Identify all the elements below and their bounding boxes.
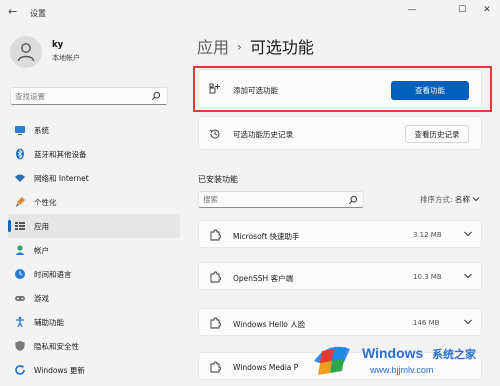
feature-row[interactable]: OpenSSH 客户端 10.3 MB <box>198 262 482 290</box>
window-title: 设置 <box>30 9 46 18</box>
sidebar-item-privacy[interactable]: 隐私和安全性 <box>8 334 180 358</box>
refresh-icon <box>15 365 25 375</box>
watermark-cn: 系统之家 <box>432 348 476 361</box>
sort-value[interactable]: 名称 <box>455 195 470 204</box>
feature-name: OpenSSH 客户端 <box>233 274 294 283</box>
sidebar-item-apps[interactable]: 应用 <box>8 214 180 238</box>
account-type: 本地帐户 <box>52 54 80 62</box>
sidebar-item-label: 应用 <box>34 222 49 231</box>
watermark-brand: Windows <box>362 345 424 361</box>
sidebar-item-label: 游戏 <box>34 294 49 303</box>
sidebar-item-accessibility[interactable]: 辅助功能 <box>8 310 180 334</box>
feature-name: Windows Hello 人脸 <box>233 320 306 329</box>
feature-size: 10.3 MB <box>413 273 442 281</box>
breadcrumb: 应用 › 可选功能 <box>197 34 314 58</box>
sidebar-item-label: 个性化 <box>34 198 57 207</box>
puzzle-icon <box>210 229 221 241</box>
chevron-down-icon[interactable] <box>463 272 473 280</box>
installed-features-title: 已安装功能 <box>198 175 238 184</box>
user-name: ky <box>52 40 64 50</box>
sidebar-item-windows-update[interactable]: Windows 更新 <box>8 358 180 382</box>
breadcrumb-separator-icon: › <box>237 40 242 54</box>
feature-search-box[interactable] <box>198 191 364 208</box>
search-icon[interactable] <box>348 195 358 205</box>
feature-row[interactable]: Microsoft 快速助手 3.12 MB <box>198 220 482 248</box>
accessibility-icon <box>16 316 24 328</box>
settings-search-box[interactable] <box>10 87 168 105</box>
settings-search-input[interactable] <box>15 90 145 102</box>
gamepad-icon <box>15 296 25 301</box>
chevron-down-icon[interactable] <box>463 318 473 326</box>
sidebar-item-personalization[interactable]: 个性化 <box>8 190 180 214</box>
watermark: Windows 系统之家 www.bjjmlv.com <box>308 337 500 386</box>
title-bar: ← 设置 — ☐ ✕ <box>0 0 500 26</box>
puzzle-icon <box>210 361 221 373</box>
close-button[interactable]: ✕ <box>477 3 497 17</box>
sidebar-item-label: 蓝牙和其他设备 <box>34 150 87 159</box>
breadcrumb-parent-link[interactable]: 应用 <box>197 38 229 57</box>
highlight-box <box>193 66 492 112</box>
active-indicator <box>8 220 11 232</box>
brush-icon <box>16 197 25 207</box>
sidebar-item-label: 辅助功能 <box>34 318 64 327</box>
sidebar-item-label: 系统 <box>34 126 49 135</box>
avatar <box>10 36 42 68</box>
feature-history-label: 可选功能历史记录 <box>233 130 293 139</box>
sidebar-item-label: 网络和 Internet <box>34 174 89 183</box>
sidebar-item-label: 隐私和安全性 <box>34 342 79 351</box>
wifi-icon <box>15 174 25 182</box>
feature-size: 146 MB <box>413 319 440 327</box>
windows-logo-icon <box>314 346 350 375</box>
sidebar-item-accounts[interactable]: 帐户 <box>8 238 180 262</box>
feature-row[interactable]: Windows Hello 人脸 146 MB <box>198 308 482 336</box>
apps-icon <box>15 222 25 230</box>
sidebar-item-label: 帐户 <box>34 246 49 255</box>
bluetooth-icon <box>16 148 24 160</box>
monitor-icon <box>15 126 25 135</box>
sidebar-item-label: Windows 更新 <box>34 366 85 375</box>
puzzle-icon <box>210 317 221 329</box>
watermark-url: www.bjjmlv.com <box>370 365 434 375</box>
feature-name: Microsoft 快速助手 <box>233 232 300 241</box>
sidebar-item-gaming[interactable]: 游戏 <box>8 286 180 310</box>
person-icon <box>17 43 35 62</box>
sidebar-item-bluetooth[interactable]: 蓝牙和其他设备 <box>8 142 180 166</box>
history-icon <box>209 129 220 139</box>
sidebar-item-system[interactable]: 系统 <box>8 118 180 142</box>
sidebar-nav: 系统 蓝牙和其他设备 网络和 Internet 个性化 应用 帐户 时间和语言 … <box>8 118 180 382</box>
sidebar-item-network[interactable]: 网络和 Internet <box>8 166 180 190</box>
maximize-button[interactable]: ☐ <box>452 3 472 17</box>
search-icon[interactable] <box>151 91 161 101</box>
puzzle-icon <box>210 271 221 283</box>
chevron-down-icon[interactable] <box>472 196 480 202</box>
person-icon <box>15 245 25 255</box>
sort-label: 排序方式: <box>420 195 453 204</box>
sidebar-item-time-language[interactable]: 时间和语言 <box>8 262 180 286</box>
view-history-button[interactable]: 查看历史记录 <box>405 125 469 143</box>
back-arrow-icon[interactable]: ← <box>8 6 20 18</box>
minimize-button[interactable]: — <box>402 3 422 17</box>
feature-history-card: 可选功能历史记录 查看历史记录 <box>198 116 482 150</box>
sidebar-item-label: 时间和语言 <box>34 270 72 279</box>
chevron-down-icon[interactable] <box>463 230 473 238</box>
feature-search-input[interactable] <box>203 194 343 205</box>
globe-clock-icon <box>15 269 25 279</box>
feature-name: Windows Media P <box>233 363 299 372</box>
page-title: 可选功能 <box>249 38 314 57</box>
sort-control[interactable]: 排序方式: 名称 <box>420 194 480 205</box>
feature-size: 3.12 MB <box>413 231 442 239</box>
shield-icon <box>15 341 25 351</box>
